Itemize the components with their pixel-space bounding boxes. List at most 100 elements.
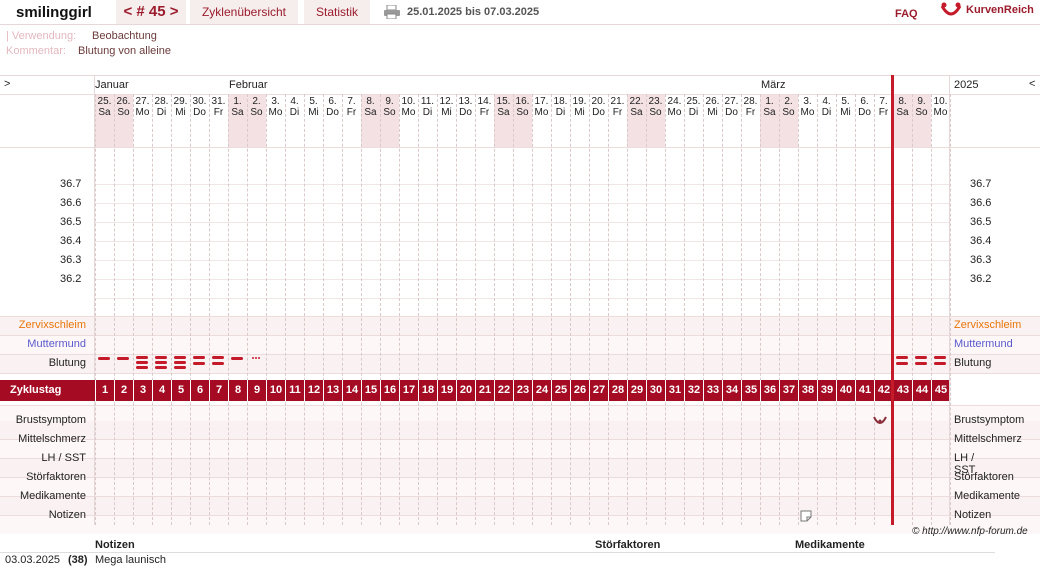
day-header[interactable]: 25. Sa [95, 96, 114, 118]
day-number: 6. [328, 96, 337, 107]
grid-hline [0, 147, 1040, 148]
day-number: 24. [667, 96, 682, 107]
day-header[interactable]: 10. Mo [931, 96, 950, 118]
day-header[interactable]: 2. So [247, 96, 266, 118]
brand-name[interactable]: KurvenReich [966, 4, 1034, 16]
comment-label: Kommentar: [6, 45, 66, 57]
day-header[interactable]: 30. Do [190, 96, 209, 118]
weekday: So [516, 107, 529, 118]
tab-zyklenuebersicht[interactable]: Zyklenübersicht [190, 0, 298, 24]
brand-logo-icon[interactable] [940, 2, 962, 20]
day-header[interactable]: 6. Do [323, 96, 342, 118]
weekday: Sa [896, 107, 909, 118]
day-header[interactable]: 21. Fr [608, 96, 627, 118]
day-header[interactable]: 15. Sa [494, 96, 513, 118]
day-col-line [741, 94, 742, 525]
cycle-day-cell: 5 [171, 380, 190, 401]
temp-label-right: 36.6 [970, 197, 992, 209]
day-header[interactable]: 26. Mi [703, 96, 722, 118]
day-header[interactable]: 31. Fr [209, 96, 228, 118]
day-number: 22. [629, 96, 644, 107]
breast-symptom-icon[interactable] [872, 414, 888, 426]
day-col-line [798, 94, 799, 525]
row-label-bottom-right: Mittelschmerz [954, 433, 1022, 445]
day-col-line [570, 94, 571, 525]
temp-label-left: 36.6 [60, 197, 82, 209]
day-col-line [950, 94, 951, 525]
faq-link[interactable]: FAQ [895, 8, 918, 20]
copyright[interactable]: © http://www.nfp-forum.de [912, 526, 1028, 537]
day-header[interactable]: 9. So [912, 96, 931, 118]
day-number: 25. [686, 96, 701, 107]
day-header[interactable]: 1. Sa [228, 96, 247, 118]
today-marker-line [891, 75, 894, 525]
day-header[interactable]: 12. Mi [437, 96, 456, 118]
day-number: 16. [515, 96, 530, 107]
day-header[interactable]: 4. Di [285, 96, 304, 118]
right-boundary [949, 75, 950, 525]
day-header[interactable]: 19. Mi [570, 96, 589, 118]
day-header[interactable]: 17. Mo [532, 96, 551, 118]
day-header[interactable]: 10. Mo [399, 96, 418, 118]
row-label-bottom: LH / SST [41, 452, 86, 464]
day-number: 7. [347, 96, 356, 107]
day-header[interactable]: 28. Fr [741, 96, 760, 118]
day-col-line [95, 94, 96, 525]
weekday: Mi [707, 107, 718, 118]
day-header[interactable]: 26. So [114, 96, 133, 118]
row-band [0, 440, 1040, 458]
printer-icon[interactable] [384, 4, 400, 20]
weekday: So [383, 107, 396, 118]
day-header[interactable]: 4. Di [817, 96, 836, 118]
weekday: Sa [231, 107, 244, 118]
day-number: 26. [116, 96, 131, 107]
day-header[interactable]: 23. So [646, 96, 665, 118]
weekday: So [649, 107, 662, 118]
day-header[interactable]: 27. Do [722, 96, 741, 118]
day-col-line [342, 94, 343, 525]
row-band [0, 497, 1040, 515]
weekday: Sa [630, 107, 643, 118]
bleeding-mark [174, 361, 186, 364]
day-header[interactable]: 5. Mi [836, 96, 855, 118]
weekday: Mi [441, 107, 452, 118]
day-header[interactable]: 7. Fr [342, 96, 361, 118]
cycle-day-cell: 39 [817, 380, 836, 401]
cycle-nav[interactable]: < # 45 > [116, 0, 186, 24]
day-header[interactable]: 29. Mi [171, 96, 190, 118]
day-header[interactable]: 16. So [513, 96, 532, 118]
day-header[interactable]: 8. Sa [361, 96, 380, 118]
day-header[interactable]: 2. So [779, 96, 798, 118]
day-header[interactable]: 9. So [380, 96, 399, 118]
notes-row-date: 03.03.2025 [5, 554, 61, 566]
day-header[interactable]: 1. Sa [760, 96, 779, 118]
note-icon[interactable] [800, 509, 812, 522]
day-header[interactable]: 24. Mo [665, 96, 684, 118]
day-header[interactable]: 6. Do [855, 96, 874, 118]
tab-statistik[interactable]: Statistik [304, 0, 370, 24]
row-label-bottom-right: Brustsymptom [954, 414, 1025, 426]
day-header[interactable]: 8. Sa [893, 96, 912, 118]
day-header[interactable]: 22. Sa [627, 96, 646, 118]
username[interactable]: smilinggirl [16, 4, 92, 21]
comment-value: Blutung von alleine [78, 45, 171, 57]
day-number: 30. [192, 96, 207, 107]
day-header[interactable]: 11. Di [418, 96, 437, 118]
day-col-line [171, 94, 172, 525]
day-header[interactable]: 28. Di [152, 96, 171, 118]
day-col-line [760, 94, 761, 525]
bleeding-mark [136, 356, 148, 359]
day-header[interactable]: 18. Di [551, 96, 570, 118]
day-header[interactable]: 27. Mo [133, 96, 152, 118]
row-label-r-zervixschleim: Zervixschleim [954, 319, 1022, 331]
day-col-line [228, 94, 229, 525]
weekday: Di [555, 107, 566, 118]
day-header[interactable]: 3. Mo [266, 96, 285, 118]
row-label-bottom: Medikamente [19, 490, 86, 502]
day-header[interactable]: 13. Do [456, 96, 475, 118]
day-header[interactable]: 5. Mi [304, 96, 323, 118]
day-header[interactable]: 3. Mo [798, 96, 817, 118]
day-header[interactable]: 14. Fr [475, 96, 494, 118]
day-header[interactable]: 20. Do [589, 96, 608, 118]
day-header[interactable]: 25. Di [684, 96, 703, 118]
